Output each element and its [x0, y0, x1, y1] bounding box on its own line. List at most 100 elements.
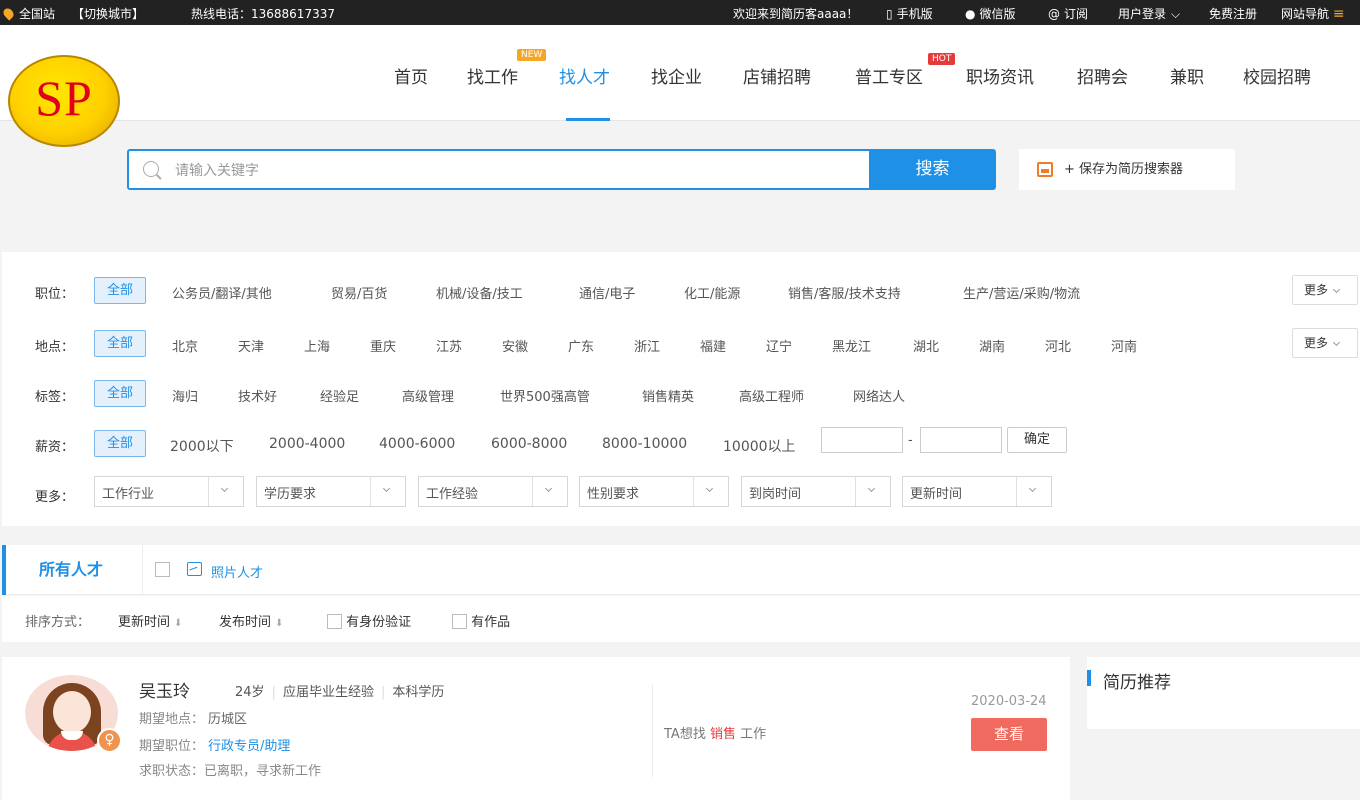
- salary-range-dash: -: [908, 433, 913, 448]
- salary-max-input[interactable]: [920, 427, 1002, 453]
- filter-option[interactable]: 湖北: [913, 336, 939, 355]
- filter-option[interactable]: 公务员/翻译/其他: [172, 283, 272, 302]
- filter-option[interactable]: 6000-8000: [491, 436, 567, 452]
- phone-icon: ▯: [886, 7, 893, 21]
- location-site[interactable]: 全国站: [1, 5, 55, 22]
- site-logo[interactable]: SP: [8, 55, 120, 147]
- nav-item-career-news[interactable]: 职场资讯: [966, 63, 1034, 88]
- switch-city-link[interactable]: 【切换城市】: [72, 5, 144, 22]
- has-works-checkbox[interactable]: [452, 614, 467, 629]
- filter-option[interactable]: 江苏: [436, 336, 462, 355]
- search-input[interactable]: [175, 158, 855, 182]
- filter-option[interactable]: 全部: [94, 277, 147, 304]
- filter-option[interactable]: 高级管理: [402, 386, 454, 405]
- filter-option[interactable]: 安徽: [502, 336, 528, 355]
- menu-icon: ≡: [1332, 6, 1345, 22]
- candidate-name[interactable]: 吴玉玲: [139, 677, 190, 702]
- filter-option[interactable]: 黑龙江: [832, 336, 871, 355]
- more-location-button[interactable]: 更多: [1292, 328, 1358, 358]
- search-button[interactable]: 搜索: [869, 149, 996, 190]
- filter-option[interactable]: 网络达人: [853, 386, 905, 405]
- filter-option[interactable]: 生产/营运/采购/物流: [963, 283, 1080, 302]
- nav-item-find-talent[interactable]: 找人才: [559, 63, 610, 88]
- filter-option[interactable]: 重庆: [370, 336, 396, 355]
- filter-option[interactable]: 海归: [172, 386, 198, 405]
- filter-option[interactable]: 通信/电子: [579, 283, 635, 302]
- update-time-dropdown[interactable]: 更新时间: [902, 476, 1052, 507]
- filter-option[interactable]: 福建: [700, 336, 726, 355]
- job-status: 求职状态：已离职，寻求新工作: [139, 760, 321, 779]
- sort-publish-label: 发布时间: [219, 615, 272, 630]
- filter-option[interactable]: 销售精英: [642, 386, 694, 405]
- filter-option[interactable]: 湖南: [979, 336, 1005, 355]
- experience-dropdown[interactable]: 工作经验: [418, 476, 568, 507]
- nav-item-part-time[interactable]: 兼职: [1170, 63, 1204, 88]
- nav-item-find-job[interactable]: 找工作: [467, 63, 518, 88]
- tab-all-talent[interactable]: 所有人才: [2, 545, 143, 595]
- logo-text: SP: [35, 70, 93, 126]
- filter-option[interactable]: 河北: [1045, 336, 1071, 355]
- filter-option[interactable]: 销售/客服/技术支持: [788, 283, 901, 302]
- filter-option[interactable]: 全部: [94, 430, 147, 457]
- nav-item-home[interactable]: 首页: [394, 63, 428, 88]
- filter-option[interactable]: 4000-6000: [379, 436, 455, 452]
- female-icon: ♀: [97, 728, 122, 753]
- salary-confirm-button[interactable]: 确定: [1007, 427, 1067, 453]
- id-verified-filter[interactable]: 有身份验证: [327, 611, 411, 630]
- id-verified-checkbox[interactable]: [327, 614, 342, 629]
- filter-option[interactable]: 河南: [1111, 336, 1137, 355]
- filter-option[interactable]: 贸易/百货: [331, 283, 387, 302]
- filter-option[interactable]: 辽宁: [766, 336, 792, 355]
- filter-option[interactable]: 2000-4000: [269, 436, 345, 452]
- has-works-filter[interactable]: 有作品: [452, 611, 510, 630]
- filter-option[interactable]: 广东: [568, 336, 594, 355]
- wants-job-type: 销售: [709, 727, 736, 742]
- candidate-age: 24岁: [235, 685, 265, 700]
- filter-option[interactable]: 技术好: [238, 386, 277, 405]
- filter-option[interactable]: 经验足: [320, 386, 359, 405]
- register-link[interactable]: 免费注册: [1209, 5, 1257, 22]
- sort-update-time[interactable]: 更新时间 ⬇: [118, 611, 182, 630]
- filter-option[interactable]: 北京: [172, 336, 198, 355]
- new-badge: NEW: [517, 49, 547, 61]
- avatar-face: [53, 691, 91, 733]
- site-nav-link[interactable]: 网站导航 ≡: [1281, 5, 1345, 22]
- wechat-link[interactable]: ● 微信版: [965, 5, 1016, 22]
- resume-card[interactable]: ♀ 吴玉玲 24岁 | 应届毕业生经验 | 本科学历 期望地点： 历城区 期望职位： 行政专…: [2, 657, 1070, 800]
- sort-publish-time[interactable]: 发布时间 ⬇: [219, 611, 283, 630]
- nav-item-general-worker[interactable]: 普工专区: [855, 63, 923, 88]
- photo-talent-checkbox[interactable]: [155, 562, 170, 577]
- filter-option[interactable]: 上海: [304, 336, 330, 355]
- arrival-dropdown[interactable]: 到岗时间: [741, 476, 891, 507]
- subscribe-link[interactable]: @ 订阅: [1048, 5, 1088, 22]
- expected-position-value[interactable]: 行政专员/助理: [208, 739, 290, 754]
- filter-option[interactable]: 化工/能源: [684, 283, 740, 302]
- industry-dropdown[interactable]: 工作行业: [94, 476, 244, 507]
- filter-option[interactable]: 浙江: [634, 336, 660, 355]
- nav-item-job-fair[interactable]: 招聘会: [1077, 63, 1128, 88]
- filter-option[interactable]: 机械/设备/技工: [436, 283, 523, 302]
- filter-option[interactable]: 全部: [94, 380, 147, 407]
- filter-option[interactable]: 10000以上: [723, 436, 796, 456]
- filter-label: 地点：: [35, 340, 75, 355]
- more-label: 更多: [1304, 336, 1329, 350]
- nav-item-shop-recruit[interactable]: 店铺招聘: [743, 63, 811, 88]
- filter-option[interactable]: 天津: [238, 336, 264, 355]
- filter-option[interactable]: 8000-10000: [602, 436, 687, 452]
- salary-min-input[interactable]: [821, 427, 903, 453]
- section-marker: [1087, 670, 1091, 686]
- filter-option[interactable]: 2000以下: [170, 436, 234, 456]
- gender-dropdown[interactable]: 性别要求: [579, 476, 729, 507]
- nav-item-campus[interactable]: 校园招聘: [1243, 63, 1311, 88]
- view-resume-button[interactable]: 查看: [971, 718, 1047, 751]
- login-link[interactable]: 用户登录 ⌵: [1118, 5, 1180, 22]
- save-search-button[interactable]: + 保存为简历搜索器: [1019, 149, 1235, 190]
- filter-option[interactable]: 世界500强高管: [500, 386, 590, 405]
- nav-item-find-company[interactable]: 找企业: [651, 63, 702, 88]
- more-position-button[interactable]: 更多: [1292, 275, 1358, 305]
- filter-option[interactable]: 全部: [94, 330, 147, 357]
- mobile-link[interactable]: ▯ 手机版: [886, 5, 933, 22]
- filter-option[interactable]: 高级工程师: [739, 386, 804, 405]
- photo-talent-label[interactable]: 照片人才: [211, 562, 263, 581]
- education-dropdown[interactable]: 学历要求: [256, 476, 406, 507]
